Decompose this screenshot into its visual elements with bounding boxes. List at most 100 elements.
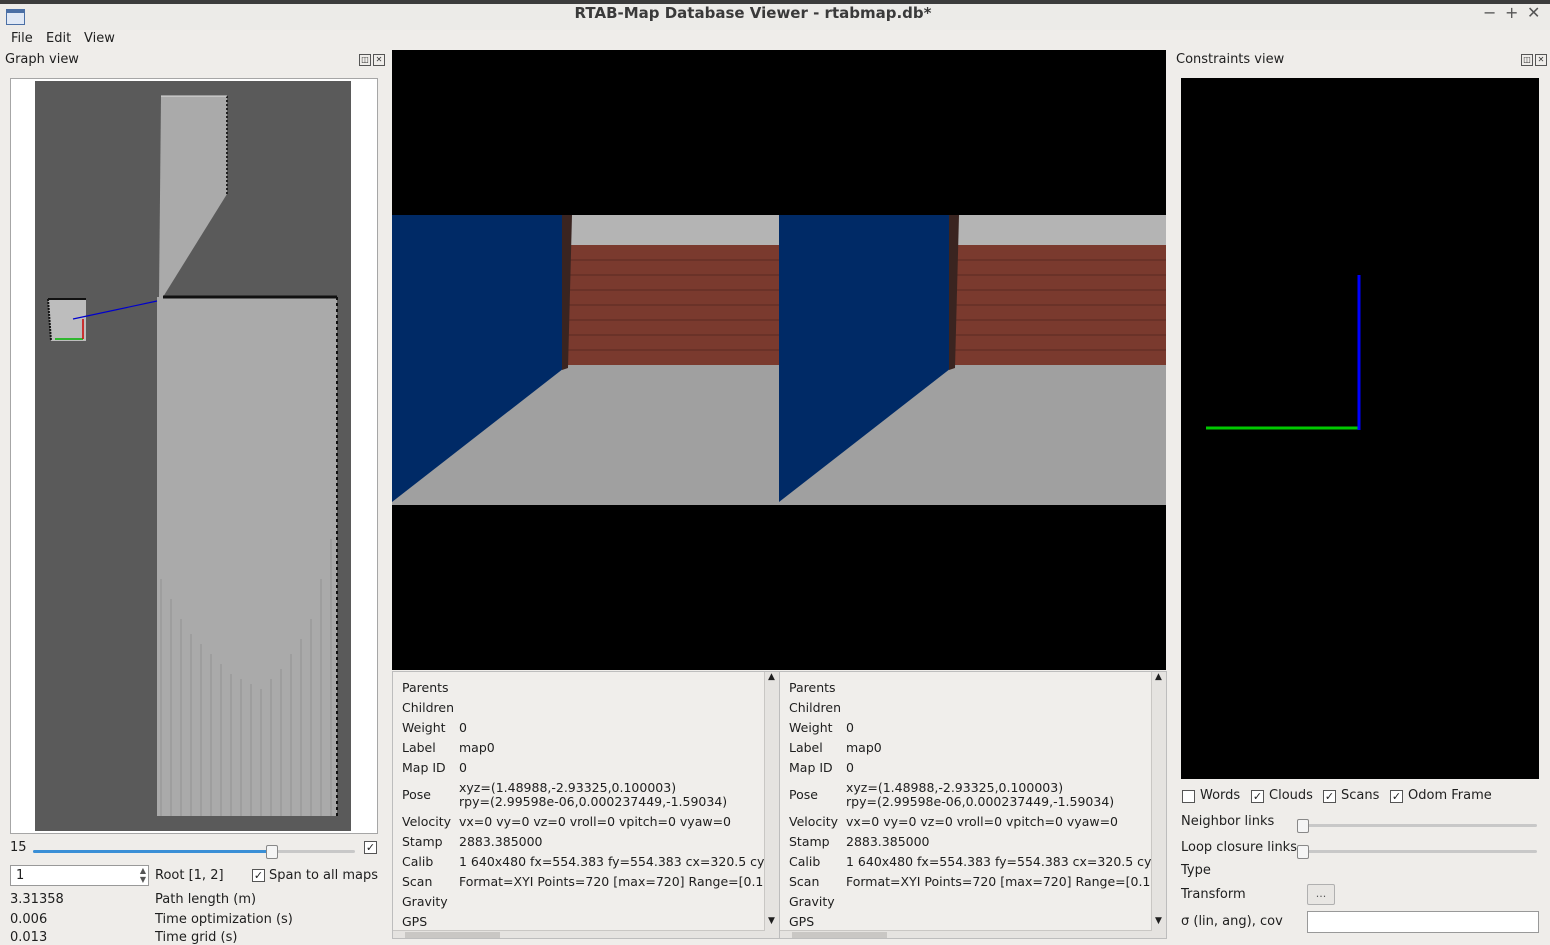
close-dock-icon[interactable]: ✕ xyxy=(373,54,385,66)
slider-handle[interactable] xyxy=(1297,845,1309,859)
scroll-up-icon[interactable]: ▲ xyxy=(1155,672,1162,682)
image-view-left[interactable] xyxy=(392,50,779,670)
info-key: Scan xyxy=(789,874,820,889)
checkbox-scans[interactable]: ✓ xyxy=(1323,790,1336,803)
scroll-thumb[interactable] xyxy=(405,932,500,938)
loop-closure-links-label: Loop closure links xyxy=(1181,840,1297,855)
node-info-left: Parents Children Weight 0 Label map0 Map ID 0 Po… xyxy=(392,671,780,939)
horizontal-scrollbar[interactable] xyxy=(780,930,1152,938)
menu-edit[interactable]: Edit xyxy=(46,31,71,46)
window-title: RTAB-Map Database Viewer - rtabmap.db* xyxy=(574,4,932,22)
checkbox-label: Odom Frame xyxy=(1408,788,1492,803)
info-value: Format=XYI Points=720 [max=720] Range=[0… xyxy=(459,874,764,889)
sigma-label: σ (lin, ang), cov xyxy=(1181,914,1283,929)
sigma-field[interactable] xyxy=(1307,911,1539,933)
occupancy-grid-map xyxy=(35,81,351,831)
checkbox-label: Clouds xyxy=(1269,788,1313,803)
root-spinbox[interactable]: 1 ▲ ▼ xyxy=(10,865,149,886)
scroll-down-icon[interactable]: ▼ xyxy=(1155,916,1162,926)
odom-frame-axes xyxy=(1206,275,1361,430)
minimize-icon[interactable]: − xyxy=(1483,3,1496,22)
undock-icon[interactable]: ◫ xyxy=(1521,54,1533,66)
path-length-value: 3.31358 xyxy=(10,892,64,907)
graph-node-slider[interactable] xyxy=(33,845,355,859)
transform-button[interactable]: ... xyxy=(1307,884,1335,905)
slider-handle[interactable] xyxy=(1297,819,1309,833)
info-value: map0 xyxy=(459,740,495,755)
info-value: Format=XYI Points=720 [max=720] Range=[0… xyxy=(846,874,1151,889)
info-value: 0 xyxy=(846,760,854,775)
vertical-scrollbar[interactable]: ▲ ▼ xyxy=(1151,672,1166,938)
path-length-label: Path length (m) xyxy=(155,892,257,907)
info-value: 2883.385000 xyxy=(459,834,543,849)
menu-view[interactable]: View xyxy=(84,31,115,46)
checkbox-odom-frame[interactable]: ✓ xyxy=(1390,790,1403,803)
root-label: Root [1, 2] xyxy=(155,868,224,883)
info-key: Gravity xyxy=(402,894,448,909)
neighbor-links-slider[interactable] xyxy=(1297,819,1537,833)
info-key: Children xyxy=(789,700,842,715)
info-value: rpy=(2.99598e-06,0.000237449,-1.59034) xyxy=(846,794,1115,809)
spin-down-icon[interactable]: ▼ xyxy=(140,875,146,884)
camera-image-right xyxy=(779,215,1166,505)
time-optimization-value: 0.006 xyxy=(10,912,48,927)
scroll-up-icon[interactable]: ▲ xyxy=(768,672,775,682)
info-value: 1 640x480 fx=554.383 fy=554.383 cx=320.5… xyxy=(846,854,1151,869)
info-key: GPS xyxy=(402,914,428,929)
info-key: Map ID xyxy=(402,760,446,775)
info-key: Weight xyxy=(402,720,446,735)
info-key: Velocity xyxy=(789,814,839,829)
info-key: Parents xyxy=(402,680,449,695)
spin-up-icon[interactable]: ▲ xyxy=(140,866,146,875)
camera-image-left xyxy=(392,215,779,505)
checkbox-words[interactable] xyxy=(1182,790,1195,803)
undock-icon[interactable]: ◫ xyxy=(359,54,371,66)
info-value: 1 640x480 fx=554.383 fy=554.383 cx=320.5… xyxy=(459,854,764,869)
info-key: Label xyxy=(402,740,436,755)
checkbox-clouds[interactable]: ✓ xyxy=(1251,790,1264,803)
loop-closure-links-slider[interactable] xyxy=(1297,845,1537,859)
info-key: Gravity xyxy=(789,894,835,909)
info-value: vx=0 vy=0 vz=0 vroll=0 vpitch=0 vyaw=0 xyxy=(846,814,1119,829)
span-all-maps-checkbox[interactable]: ✓ xyxy=(252,869,265,882)
constraints-3d-view[interactable] xyxy=(1181,78,1539,779)
info-key: Stamp xyxy=(789,834,830,849)
info-key: Label xyxy=(789,740,823,755)
info-value: rpy=(2.99598e-06,0.000237449,-1.59034) xyxy=(459,794,728,809)
checkbox-label: Scans xyxy=(1341,788,1380,803)
info-key: Calib xyxy=(402,854,434,869)
info-key: Calib xyxy=(789,854,821,869)
info-key: Children xyxy=(402,700,455,715)
info-value: 0 xyxy=(459,720,467,735)
slider-track xyxy=(1302,850,1537,853)
span-all-maps-label: Span to all maps xyxy=(269,868,379,883)
info-key: Velocity xyxy=(402,814,452,829)
node-info-right: Parents Children Weight 0 Label map0 Map ID 0 Po… xyxy=(779,671,1167,939)
type-label: Type xyxy=(1181,863,1211,878)
info-key: Pose xyxy=(402,787,431,802)
image-view-right[interactable] xyxy=(779,50,1166,670)
close-dock-icon[interactable]: ✕ xyxy=(1535,54,1547,66)
info-key: Stamp xyxy=(402,834,443,849)
scroll-thumb[interactable] xyxy=(792,932,887,938)
maximize-icon[interactable]: + xyxy=(1505,3,1518,22)
close-icon[interactable]: ✕ xyxy=(1527,3,1540,22)
graph-option-checkbox[interactable]: ✓ xyxy=(364,841,377,854)
checkbox-label: Words xyxy=(1200,788,1241,803)
constraints-view-title: Constraints view xyxy=(1176,52,1285,67)
info-value: xyz=(1.48988,-2.93325,0.100003) xyxy=(846,780,1064,795)
info-key: Map ID xyxy=(789,760,833,775)
horizontal-scrollbar[interactable] xyxy=(393,930,765,938)
vertical-scrollbar[interactable]: ▲ ▼ xyxy=(764,672,779,938)
info-key: Weight xyxy=(789,720,833,735)
scroll-down-icon[interactable]: ▼ xyxy=(768,916,775,926)
slider-track xyxy=(1302,824,1537,827)
info-value: xyz=(1.48988,-2.93325,0.100003) xyxy=(459,780,677,795)
slider-handle[interactable] xyxy=(266,845,279,859)
slider-fill xyxy=(33,850,272,853)
info-value: vx=0 vy=0 vz=0 vroll=0 vpitch=0 vyaw=0 xyxy=(459,814,732,829)
graph-view-canvas[interactable] xyxy=(10,78,378,834)
graph-slider-value: 15 xyxy=(10,840,27,855)
menu-file[interactable]: File xyxy=(11,31,33,46)
info-value: 0 xyxy=(459,760,467,775)
